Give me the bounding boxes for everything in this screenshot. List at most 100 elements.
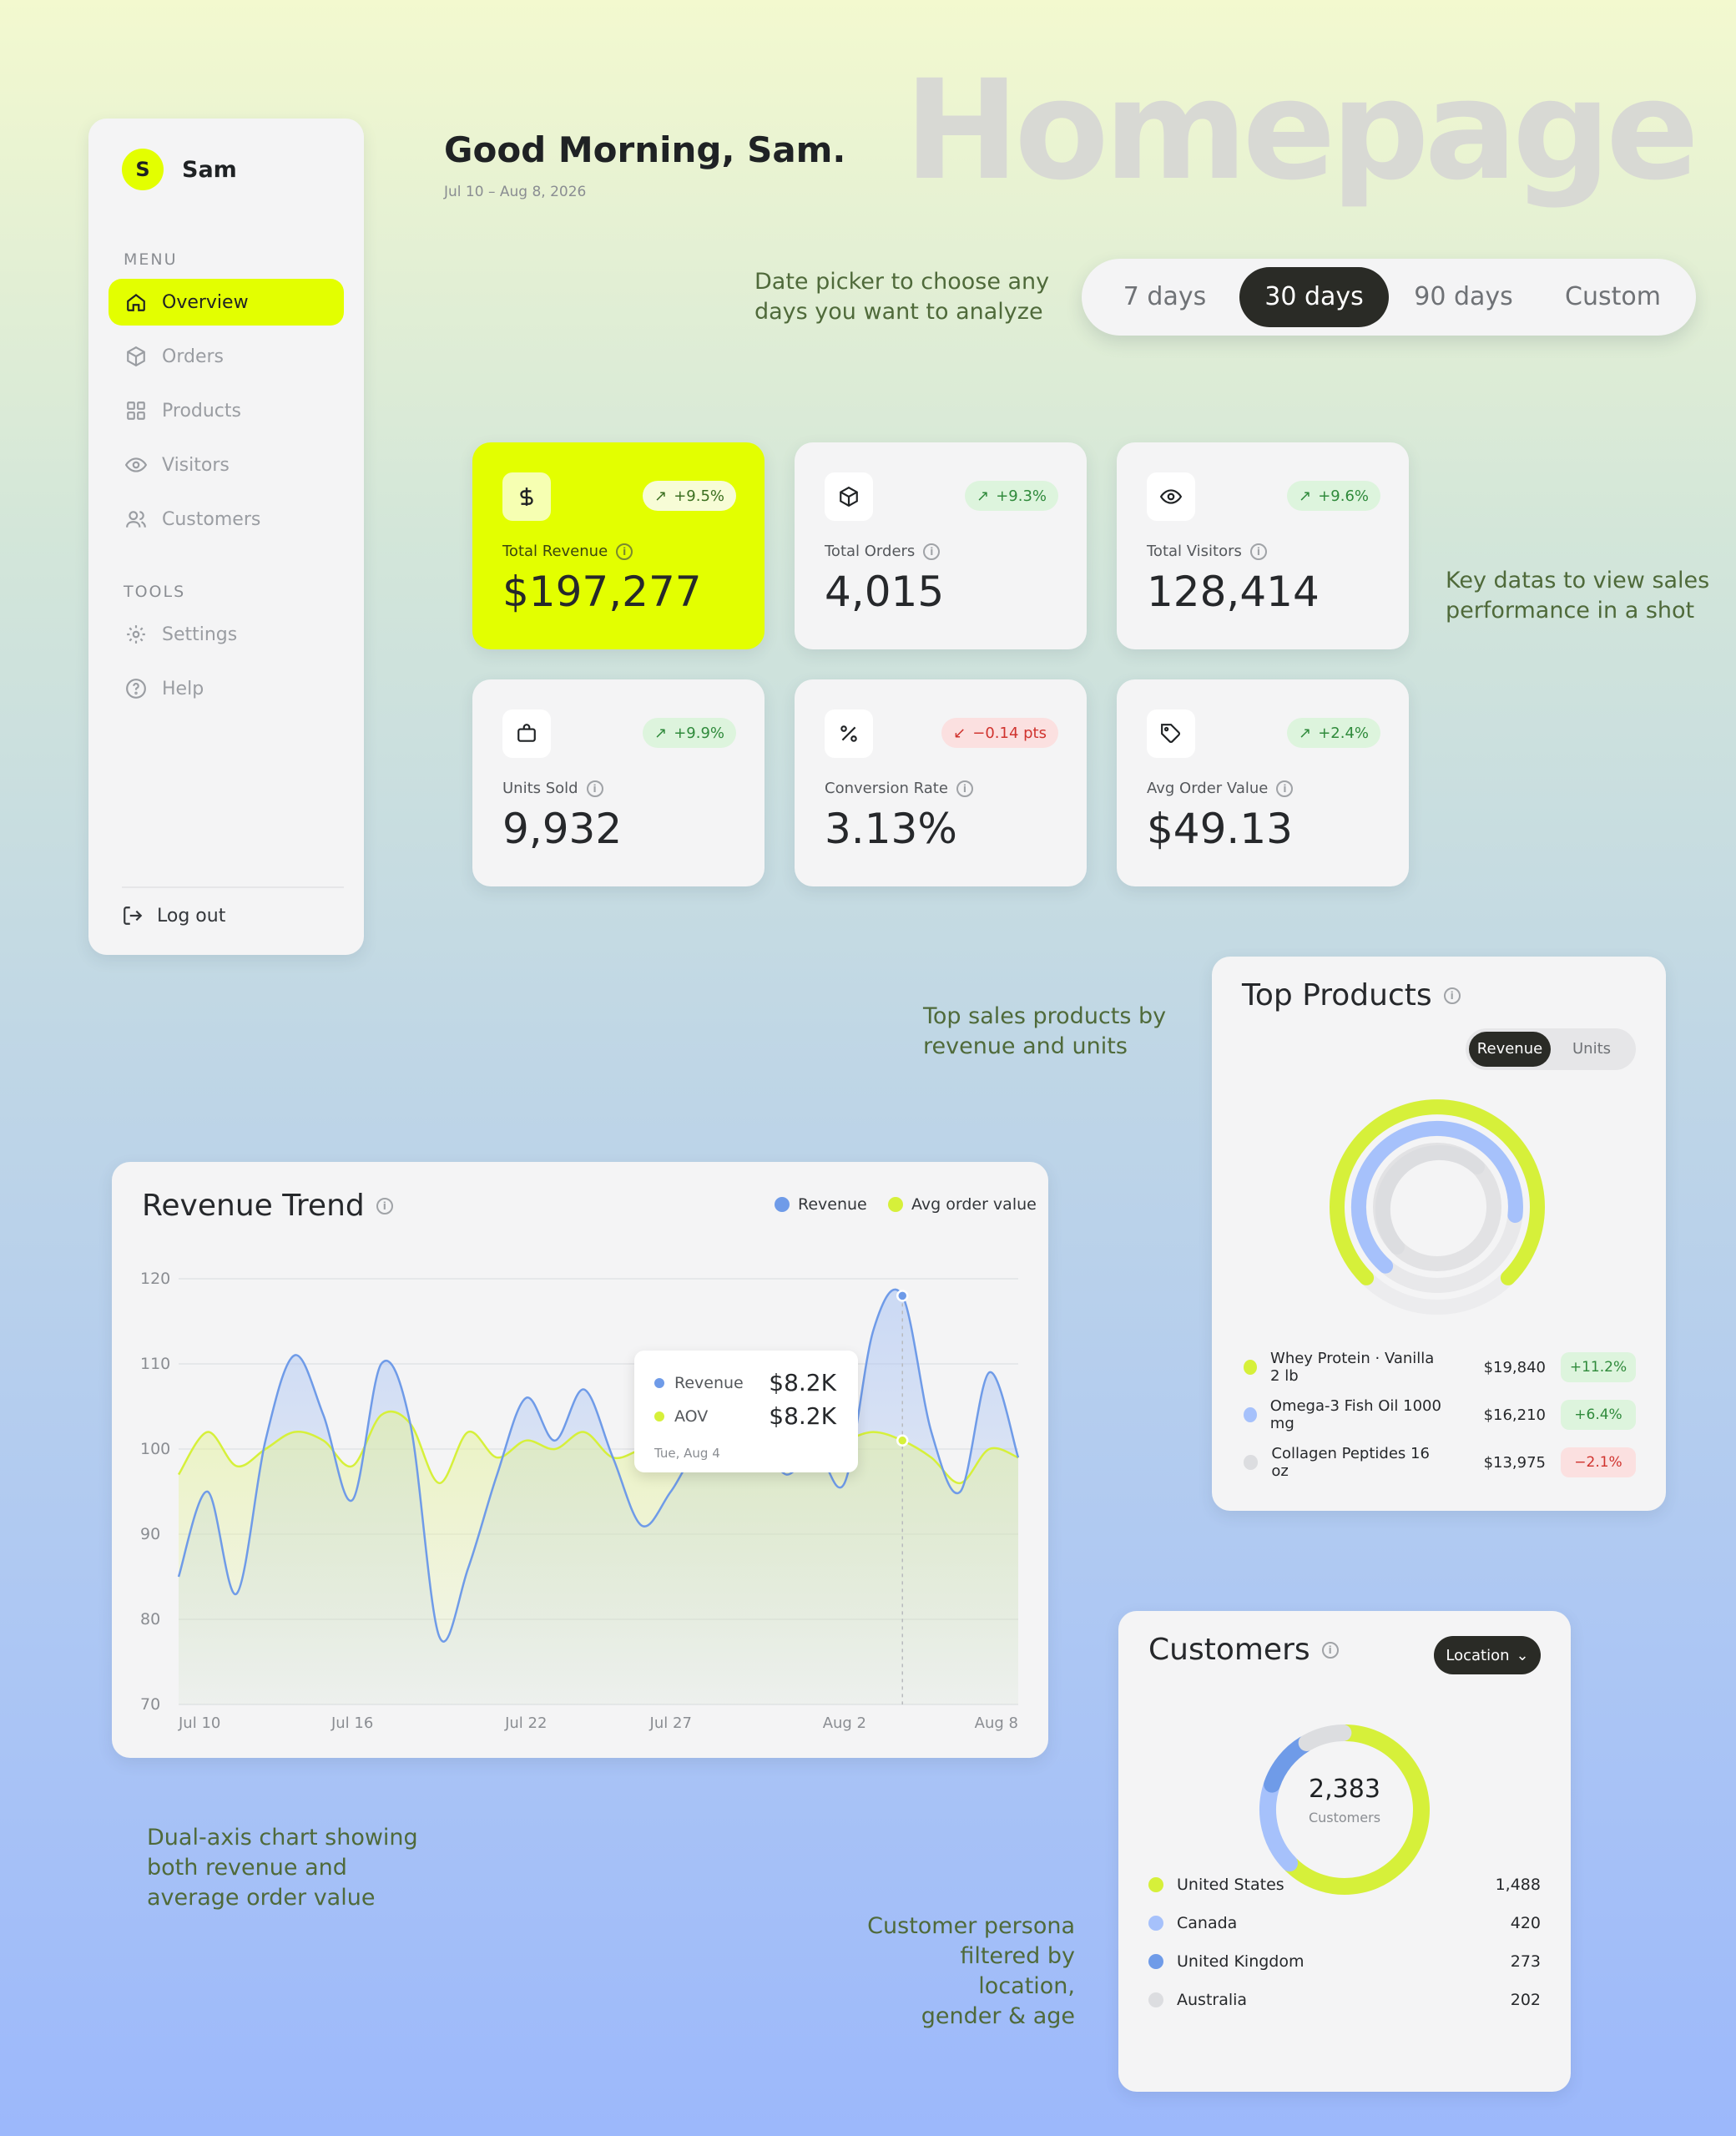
kpi-label: Conversion Rate i xyxy=(825,780,973,797)
grid-icon xyxy=(127,401,145,420)
sidebar: S Sam MENU Overview Orders Products Visi… xyxy=(88,119,364,955)
customer-location: United Kingdom xyxy=(1177,1952,1305,1971)
sidebar-item-visitors[interactable]: Visitors xyxy=(108,442,344,488)
legend-dot xyxy=(1148,1877,1163,1892)
donut-total: 2,383 xyxy=(1309,1775,1380,1804)
product-name: Collagen Peptides 16 oz xyxy=(1271,1445,1430,1480)
kpi-label: Avg Order Value i xyxy=(1147,780,1294,797)
product-row[interactable]: Collagen Peptides 16 oz $13,975 −2.1% xyxy=(1244,1445,1636,1480)
info-icon[interactable]: i xyxy=(1276,780,1294,797)
x-tick-label: Jul 10 xyxy=(178,1714,220,1732)
kpi-card-total-revenue[interactable]: ↗ +9.5% Total Revenue i $197,277 xyxy=(472,442,765,649)
info-icon[interactable]: i xyxy=(1321,1641,1339,1659)
kpi-value: 3.13% xyxy=(825,805,957,853)
tools-section-label: TOOLS xyxy=(124,583,186,601)
kpi-label-text: Avg Order Value xyxy=(1147,780,1269,797)
sidebar-item-settings[interactable]: Settings xyxy=(108,611,344,658)
date-picker-note: Date picker to choose any days you want … xyxy=(754,267,1049,327)
change-badge: ↗ +9.9% xyxy=(643,718,736,748)
box-icon xyxy=(825,472,873,521)
aov-area xyxy=(179,1411,1018,1704)
revenue-trend-chart[interactable]: 120 110 100 90 80 70 Jul 10 Jul 16 Jul 22 Jul 27 A… xyxy=(112,1162,1048,1758)
product-row[interactable]: Omega-3 Fish Oil 1000 mg $16,210 +6.4% xyxy=(1244,1397,1636,1432)
change-value: +9.6% xyxy=(1318,487,1369,505)
change-badge: ↙ −0.14 pts xyxy=(941,718,1058,748)
percent-icon xyxy=(825,709,873,758)
kpi-label: Total Revenue i xyxy=(502,543,633,560)
tooltip-row-aov: AOV xyxy=(654,1407,708,1426)
sidebar-item-help[interactable]: Help xyxy=(108,665,344,712)
x-tick-label: Aug 8 xyxy=(975,1714,1018,1732)
tooltip-label: AOV xyxy=(674,1407,709,1426)
product-revenue: $13,975 xyxy=(1483,1453,1546,1472)
sidebar-item-label: Overview xyxy=(162,291,249,313)
tooltip-date: Tue, Aug 4 xyxy=(654,1446,720,1461)
tooltip-value: $8.2K xyxy=(769,1402,836,1430)
trend-note: Dual-axis chart showing both revenue and… xyxy=(147,1823,418,1913)
tooltip-row-revenue: Revenue xyxy=(654,1374,744,1392)
customer-count: 202 xyxy=(1510,1991,1541,2009)
customer-count: 1,488 xyxy=(1495,1876,1541,1894)
arrow-up-icon: ↗ xyxy=(1299,487,1312,505)
ring-collagen xyxy=(1375,1144,1485,1255)
sidebar-item-products[interactable]: Products xyxy=(108,387,344,434)
kpi-card-total-visitors[interactable]: ↗ +9.6% Total Visitors i 128,414 xyxy=(1117,442,1409,649)
kpi-card-conversion-rate[interactable]: ↙ −0.14 pts Conversion Rate i 3.13% xyxy=(795,679,1087,886)
kpi-label-text: Units Sold xyxy=(502,780,578,797)
note-line: revenue and units xyxy=(923,1033,1128,1059)
x-tick-label: Jul 27 xyxy=(649,1714,692,1732)
chart-tooltip: Revenue $8.2K AOV $8.2K Tue, Aug 4 xyxy=(634,1351,858,1472)
info-icon[interactable]: i xyxy=(586,780,603,797)
y-tick-label: 80 xyxy=(140,1610,160,1629)
y-tick-label: 70 xyxy=(140,1695,160,1714)
customer-row[interactable]: Australia 202 xyxy=(1148,1985,1541,2015)
tooltip-label: Revenue xyxy=(674,1374,744,1392)
y-tick-label: 90 xyxy=(140,1525,160,1543)
gear-icon xyxy=(127,625,145,644)
legend-dot xyxy=(1244,1455,1259,1470)
customer-location: Canada xyxy=(1177,1914,1238,1932)
note-line: filtered by location, xyxy=(960,1943,1075,1999)
eye-icon xyxy=(125,457,147,472)
range-option-custom[interactable]: Custom xyxy=(1538,267,1688,327)
range-option-7-days[interactable]: 7 days xyxy=(1090,267,1239,327)
change-value: +9.9% xyxy=(674,724,724,742)
note-line: Top sales products by xyxy=(923,1003,1167,1029)
sidebar-item-overview[interactable]: Overview xyxy=(108,279,344,326)
sidebar-item-customers[interactable]: Customers xyxy=(108,496,344,543)
customer-row[interactable]: United States 1,488 xyxy=(1148,1870,1541,1900)
product-row[interactable]: Whey Protein · Vanilla 2 lb $19,840 +11.… xyxy=(1244,1350,1636,1385)
kpi-label-text: Total Visitors xyxy=(1147,543,1242,560)
legend-dot xyxy=(1244,1407,1257,1422)
greeting: Good Morning, Sam. xyxy=(444,129,846,170)
info-icon[interactable]: i xyxy=(1249,543,1267,560)
kpi-value: 4,015 xyxy=(825,568,945,616)
kpi-label: Total Orders i xyxy=(825,543,941,560)
range-option-90-days[interactable]: 90 days xyxy=(1389,267,1538,327)
location-filter-dropdown[interactable]: Location ⌄ xyxy=(1434,1636,1541,1674)
revenue-point xyxy=(896,1290,909,1302)
note-line: days you want to analyze xyxy=(754,299,1043,325)
kpi-card-avg-order-value[interactable]: ↗ +2.4% Avg Order Value i $49.13 xyxy=(1117,679,1409,886)
sidebar-item-label: Customers xyxy=(162,508,261,530)
avatar[interactable]: S xyxy=(122,149,164,190)
kpi-card-units-sold[interactable]: ↗ +9.9% Units Sold i 9,932 xyxy=(472,679,765,886)
customer-row[interactable]: United Kingdom 273 xyxy=(1148,1947,1541,1977)
logout-label: Log out xyxy=(157,905,226,927)
tooltip-value: $8.2K xyxy=(769,1369,836,1396)
customer-row[interactable]: Canada 420 xyxy=(1148,1908,1541,1938)
tag-icon xyxy=(1147,709,1195,758)
info-icon[interactable]: i xyxy=(616,543,633,560)
product-revenue: $16,210 xyxy=(1483,1406,1546,1424)
note-line: gender & age xyxy=(921,2003,1075,2029)
sidebar-item-orders[interactable]: Orders xyxy=(108,333,344,380)
arrow-up-icon: ↗ xyxy=(1299,724,1312,742)
product-revenue: $19,840 xyxy=(1483,1358,1546,1376)
range-option-30-days[interactable]: 30 days xyxy=(1239,267,1389,327)
info-icon[interactable]: i xyxy=(956,780,973,797)
home-icon xyxy=(127,293,145,311)
logout-button[interactable]: Log out xyxy=(122,905,225,927)
legend-dot xyxy=(1244,1360,1258,1375)
info-icon[interactable]: i xyxy=(923,543,941,560)
kpi-card-total-orders[interactable]: ↗ +9.3% Total Orders i 4,015 xyxy=(795,442,1087,649)
